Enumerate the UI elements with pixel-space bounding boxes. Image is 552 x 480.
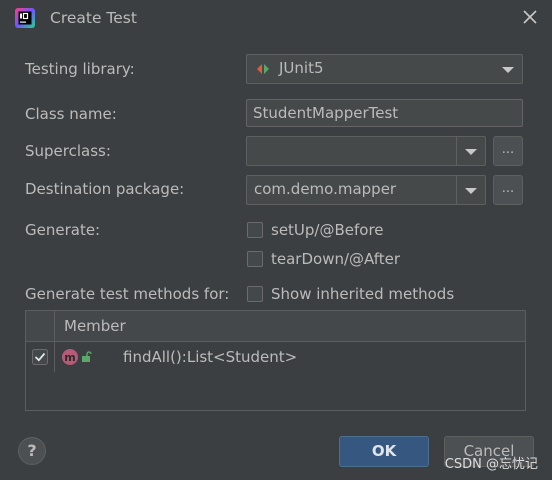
class-name-label: Class name: xyxy=(25,105,117,123)
chevron-down-icon[interactable] xyxy=(465,188,477,194)
method-icon: m xyxy=(62,349,78,365)
combo-separator xyxy=(456,137,457,165)
window-title: Create Test xyxy=(50,9,137,27)
show-inherited-label[interactable]: Show inherited methods xyxy=(271,285,454,303)
chevron-down-icon xyxy=(502,67,514,73)
superclass-select[interactable] xyxy=(246,136,486,166)
intellij-icon xyxy=(15,8,35,28)
destination-package-value: com.demo.mapper xyxy=(254,180,397,198)
destination-browse-button[interactable]: ... xyxy=(493,175,523,205)
table-header: Member xyxy=(26,311,525,342)
show-inherited-checkbox[interactable] xyxy=(247,286,263,302)
junit-icon xyxy=(257,64,269,74)
destination-package-select[interactable]: com.demo.mapper xyxy=(246,175,486,205)
superclass-browse-button[interactable]: ... xyxy=(493,136,523,166)
watermark: CSDN @忘忧记 xyxy=(444,457,538,472)
ok-button[interactable]: OK xyxy=(339,436,429,467)
setup-checkbox[interactable] xyxy=(247,222,263,238)
row-checkbox[interactable] xyxy=(32,349,48,365)
help-button[interactable]: ? xyxy=(18,437,46,465)
class-name-input[interactable]: StudentMapperTest xyxy=(246,99,523,127)
title-bar: Create Test xyxy=(0,0,552,36)
row-check-cell xyxy=(26,342,55,372)
member-column-header[interactable]: Member xyxy=(64,317,126,335)
superclass-label: Superclass: xyxy=(25,142,111,160)
destination-package-label: Destination package: xyxy=(25,180,185,198)
chevron-down-icon[interactable] xyxy=(465,149,477,155)
unlock-icon xyxy=(82,351,92,362)
members-table: Member m findAll():List<Student> xyxy=(25,310,526,411)
testing-library-label: Testing library: xyxy=(25,60,135,78)
header-check-column xyxy=(26,311,55,341)
testing-library-value: JUnit5 xyxy=(279,59,324,77)
table-row[interactable]: m findAll():List<Student> xyxy=(26,342,525,372)
member-name: findAll():List<Student> xyxy=(123,348,298,366)
generate-label: Generate: xyxy=(25,221,101,239)
generate-methods-label: Generate test methods for: xyxy=(25,285,230,303)
teardown-label[interactable]: tearDown/@After xyxy=(271,250,400,268)
close-icon[interactable] xyxy=(522,9,538,25)
testing-library-select[interactable]: JUnit5 xyxy=(246,54,523,84)
setup-label[interactable]: setUp/@Before xyxy=(271,221,384,239)
combo-separator xyxy=(456,176,457,204)
svg-text:m: m xyxy=(64,351,75,364)
teardown-checkbox[interactable] xyxy=(247,251,263,267)
